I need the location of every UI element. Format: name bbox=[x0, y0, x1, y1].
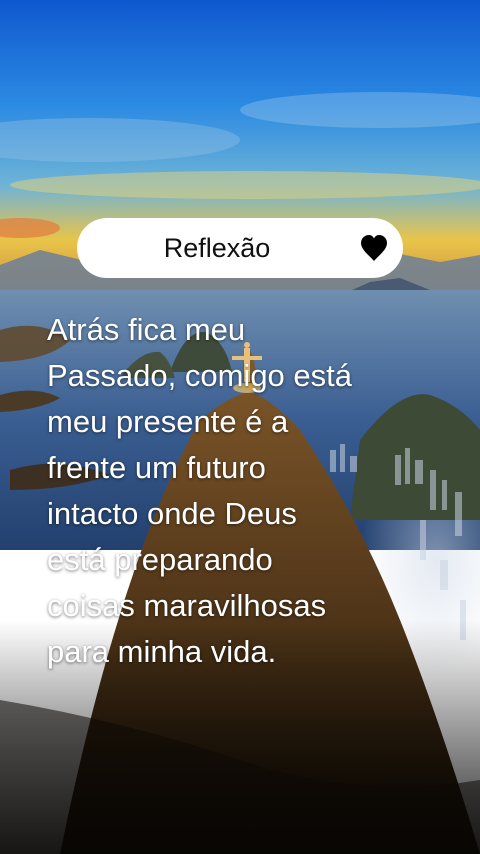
quote-line: Atrás fica meu bbox=[47, 312, 246, 347]
quote-line: meu presente é a bbox=[47, 404, 289, 439]
heart-icon bbox=[359, 234, 389, 262]
quote-line: está preparando bbox=[47, 542, 273, 577]
quote-line: para minha vida. bbox=[47, 634, 277, 669]
page-title: Reflexão bbox=[163, 233, 271, 263]
quote-line: frente um futuro bbox=[47, 450, 266, 485]
quote-line: intacto onde Deus bbox=[47, 496, 297, 531]
title-pill: Reflexão bbox=[77, 218, 403, 278]
quote-line: coisas maravilhosas bbox=[47, 588, 327, 623]
quote-text: Atrás fica meu Passado, comigo está meu … bbox=[47, 307, 457, 675]
quote-line: Passado, comigo está bbox=[47, 358, 353, 393]
